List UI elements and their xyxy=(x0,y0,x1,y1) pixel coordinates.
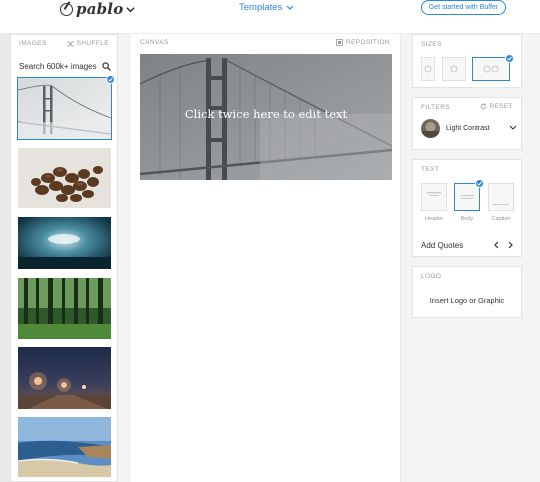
selected-check-icon xyxy=(505,54,514,63)
insert-logo-button[interactable]: Insert Logo or Graphic xyxy=(413,296,521,305)
text-option-header[interactable] xyxy=(421,183,447,211)
pablo-logo[interactable]: pablo xyxy=(60,0,136,18)
add-quotes-label[interactable]: Add Quotes xyxy=(421,241,463,250)
chevron-left-icon[interactable] xyxy=(493,241,499,249)
selected-check-icon xyxy=(106,75,115,84)
filters-panel: FILTERS RESET Light Contrast xyxy=(412,97,522,150)
pablo-logo-icon xyxy=(60,2,73,16)
chevron-down-icon xyxy=(509,125,517,130)
images-title: IMAGES xyxy=(19,40,47,47)
filter-dropdown[interactable]: Light Contrast xyxy=(421,117,517,139)
reposition-icon xyxy=(336,39,343,46)
header-preview-icon xyxy=(427,192,441,196)
reset-icon xyxy=(481,103,487,110)
size-preview-icon xyxy=(450,65,458,73)
image-thumbnail-bridge[interactable] xyxy=(17,77,112,140)
canvas-title: CANVAS xyxy=(140,39,169,46)
text-option-caption-label: Caption xyxy=(491,216,511,222)
reposition-button[interactable]: REPOSITION xyxy=(336,39,390,46)
top-bar: pablo Templates Get started with Buffer xyxy=(0,0,540,34)
image-thumbnail-beach[interactable] xyxy=(18,417,111,477)
chevron-down-icon xyxy=(286,5,294,10)
text-option-header-label: Header xyxy=(424,216,444,222)
chevron-down-icon xyxy=(126,6,136,12)
search-input[interactable]: Search 600k+ images xyxy=(19,62,97,71)
logo-panel: LOGO Insert Logo or Graphic xyxy=(412,266,522,318)
reset-button[interactable]: RESET xyxy=(480,103,513,110)
canvas-overlay-text[interactable]: Click twice here to edit text xyxy=(140,107,392,121)
shuffle-icon xyxy=(66,41,74,46)
image-thumbnail-coffee[interactable] xyxy=(18,148,111,208)
selected-check-icon xyxy=(475,179,484,188)
left-gutter xyxy=(0,34,10,482)
size-preview-icon xyxy=(424,65,432,73)
text-option-body-label: Body xyxy=(460,216,474,222)
text-option-caption[interactable] xyxy=(488,183,514,211)
shuffle-label: SHUFFLE xyxy=(76,40,109,47)
filter-preview-thumbnail xyxy=(421,118,440,138)
reset-label: RESET xyxy=(489,103,513,110)
sizes-title: SIZES xyxy=(421,41,442,48)
get-started-button[interactable]: Get started with Buffer xyxy=(421,0,506,15)
caption-preview-icon xyxy=(493,204,509,205)
text-panel: TEXT Header Body Caption Add Quotes xyxy=(412,159,522,257)
filters-title: FILTERS xyxy=(421,104,451,111)
templates-label: Templates xyxy=(239,2,283,13)
logo-title: LOGO xyxy=(421,273,442,280)
shuffle-button[interactable]: SHUFFLE xyxy=(66,40,109,47)
templates-dropdown[interactable]: Templates xyxy=(239,2,294,13)
image-thumbnail-forest[interactable] xyxy=(18,278,111,339)
sizes-panel: SIZES xyxy=(412,34,522,88)
canvas-image[interactable]: Click twice here to edit text xyxy=(140,54,392,180)
search-icon[interactable] xyxy=(102,61,111,71)
reposition-label: REPOSITION xyxy=(345,39,390,46)
size-option-square[interactable] xyxy=(442,57,466,81)
size-option-wide[interactable] xyxy=(472,57,510,81)
images-panel: IMAGES SHUFFLE Search 600k+ images xyxy=(10,34,118,482)
size-preview-icon xyxy=(483,65,499,73)
chevron-right-icon[interactable] xyxy=(508,241,514,249)
filter-selected-label: Light Contrast xyxy=(446,124,490,132)
body-preview-icon xyxy=(460,195,474,199)
image-thumbnail-stormy-sky[interactable] xyxy=(18,217,111,269)
text-title: TEXT xyxy=(421,166,440,173)
size-option-portrait[interactable] xyxy=(421,57,435,81)
canvas-area: CANVAS REPOSITION Click twice here to ed… xyxy=(129,34,401,482)
image-search[interactable]: Search 600k+ images xyxy=(19,59,111,73)
logo-text: pablo xyxy=(76,0,124,18)
image-thumbnail-night-lights[interactable] xyxy=(18,347,111,409)
